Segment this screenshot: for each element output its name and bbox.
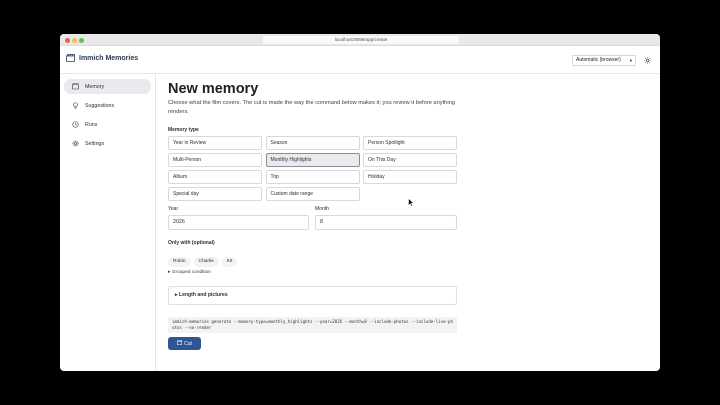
- sidebar-item-settings[interactable]: Settings: [64, 136, 151, 151]
- sidebar-item-memory[interactable]: Memory: [64, 79, 151, 94]
- chevron-down-icon: ▾: [629, 58, 632, 63]
- history-icon: [72, 121, 79, 128]
- command-preview: immich-memories generate --memory-type=m…: [168, 317, 457, 333]
- memory-type-option-selected[interactable]: Monthly Highlights: [265, 153, 360, 167]
- sidebar-item-label: Settings: [85, 140, 105, 147]
- theme-mode-value: Automatic (browser): [576, 57, 621, 63]
- memory-type-option[interactable]: Trip: [265, 170, 360, 184]
- sidebar-item-suggestions[interactable]: Suggestions: [64, 98, 151, 113]
- grouped-condition-label: Grouped condition: [171, 270, 211, 275]
- film-icon: [177, 340, 183, 347]
- grouped-condition-toggle[interactable]: ▸ Grouped condition: [168, 270, 211, 275]
- memory-type-option[interactable]: Holiday: [363, 170, 457, 184]
- person-chip-robin[interactable]: Robin: [168, 257, 191, 267]
- sidebar: Memory Suggestions Runs Settings: [60, 74, 156, 371]
- memory-type-option[interactable]: Person Spotlight: [363, 136, 457, 150]
- minimize-window-button[interactable]: [72, 38, 77, 43]
- sidebar-item-runs[interactable]: Runs: [64, 117, 151, 132]
- brand[interactable]: Immich Memories: [66, 54, 138, 62]
- theme-toggle-button[interactable]: [642, 55, 652, 65]
- sidebar-item-label: Memory: [85, 83, 105, 90]
- person-chip-kit[interactable]: Kit: [221, 257, 238, 267]
- sidebar-item-label: Runs: [85, 121, 98, 128]
- memory-type-option[interactable]: Album: [168, 170, 262, 184]
- sun-icon: [643, 51, 651, 69]
- person-chip-charlie[interactable]: Charlie: [193, 257, 219, 267]
- memory-type-option[interactable]: Custom date range: [265, 187, 360, 201]
- gear-icon: [72, 140, 79, 147]
- page-description: Choose what the film covers. The cut is …: [168, 100, 455, 115]
- year-label: Year: [168, 206, 179, 212]
- memory-type-option[interactable]: Multi-Person: [168, 153, 262, 167]
- theme-mode-select[interactable]: Automatic (browser) ▾: [572, 55, 636, 66]
- film-icon: [66, 54, 75, 62]
- browser-chrome: localhost:8099/app/create: [60, 34, 660, 46]
- people-chips: Robin Charlie Kit: [168, 257, 238, 267]
- app-name: Immich Memories: [79, 54, 139, 62]
- length-and-pictures-section[interactable]: ▸ Length and pictures: [168, 286, 457, 305]
- lightbulb-icon: [72, 102, 79, 109]
- cut-button[interactable]: Cut: [168, 337, 201, 350]
- memory-type-option[interactable]: Special day: [168, 187, 262, 201]
- browser-window: localhost:8099/app/create Immich Memorie…: [60, 34, 660, 371]
- memory-type-option[interactable]: Season: [265, 136, 360, 150]
- main-content: New memory Choose what the film covers. …: [156, 74, 660, 371]
- memory-type-grid: Year in Review Season Person Spotlight M…: [168, 136, 457, 201]
- memory-type-option[interactable]: Year in Review: [168, 136, 262, 150]
- memory-type-option[interactable]: On This Day: [363, 153, 457, 167]
- memory-icon: [72, 83, 79, 90]
- year-field[interactable]: 2026: [168, 215, 309, 230]
- page-title: New memory: [168, 81, 259, 97]
- cut-button-label: Cut: [184, 340, 192, 347]
- memory-type-label: Memory type: [168, 127, 199, 133]
- only-with-label: Only with (optional): [168, 240, 215, 246]
- maximize-window-button[interactable]: [79, 38, 84, 43]
- month-label: Month: [315, 206, 329, 212]
- close-window-button[interactable]: [65, 38, 70, 43]
- month-field[interactable]: 8: [315, 215, 457, 230]
- sidebar-item-label: Suggestions: [85, 102, 115, 109]
- length-and-pictures-label: Length and pictures: [178, 292, 228, 298]
- address-bar[interactable]: localhost:8099/app/create: [263, 36, 459, 44]
- app-header: Immich Memories Automatic (browser) ▾: [60, 46, 660, 74]
- mouse-cursor-icon: [408, 194, 415, 207]
